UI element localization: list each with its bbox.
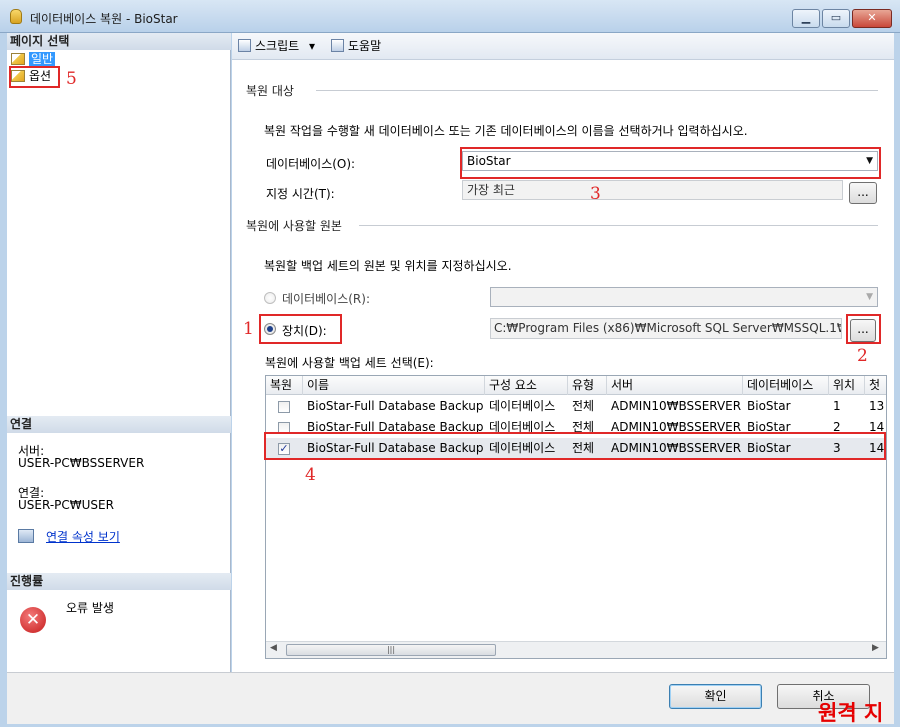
annotation-number-5: 5: [66, 69, 77, 89]
column-header-database[interactable]: 데이터베이스: [743, 376, 829, 395]
view-connection-properties-link[interactable]: 연결 속성 보기: [46, 528, 120, 545]
column-header-first[interactable]: 첫: [865, 376, 886, 395]
close-button[interactable]: ✕: [852, 9, 892, 28]
point-in-time-label: 지정 시간(T):: [266, 187, 335, 201]
backup-sets-label: 복원에 사용할 백업 세트 선택(E):: [265, 356, 434, 370]
window-title: 데이터베이스 복원 - BioStar: [30, 12, 178, 26]
group-divider: [316, 90, 878, 91]
point-in-time-field: 가장 최근: [462, 180, 843, 200]
help-button[interactable]: 도움말: [331, 38, 381, 54]
scroll-right-icon[interactable]: ▶: [872, 643, 879, 653]
chevron-down-icon: ▼: [866, 292, 873, 302]
database-label: 데이터베이스(O):: [266, 157, 356, 171]
column-header-type[interactable]: 유형: [568, 376, 607, 395]
server-value: USER-PC₩BSSERVER: [18, 456, 145, 470]
connection-header: 연결: [7, 416, 231, 433]
group-divider: [359, 225, 878, 226]
connection-properties-icon: [18, 529, 34, 543]
annotation-box-database: [460, 147, 881, 179]
minimize-button[interactable]: ▁: [792, 9, 820, 28]
from-database-radio[interactable]: [264, 292, 276, 304]
script-label: 스크립트: [255, 39, 300, 53]
script-button[interactable]: 스크립트 ▾: [238, 38, 315, 54]
select-page-header: 페이지 선택: [7, 33, 231, 50]
column-header-position[interactable]: 위치: [829, 376, 865, 395]
help-icon: [331, 39, 344, 52]
annotation-box-backup-row: [264, 432, 886, 460]
cell-first: 13: [869, 399, 885, 413]
title-bar: 데이터베이스 복원 - BioStar ▁ ▭ ✕: [0, 0, 900, 33]
column-header-name[interactable]: 이름: [303, 376, 485, 395]
cell-server: ADMIN10₩BSSERVER: [611, 399, 742, 413]
scrollbar-thumb[interactable]: |||: [286, 644, 496, 656]
annotation-box-browse: [846, 314, 881, 344]
progress-header: 진행률: [7, 573, 231, 590]
from-database-label: 데이터베이스(R):: [282, 292, 370, 306]
maximize-button[interactable]: ▭: [822, 9, 850, 28]
restore-checkbox[interactable]: [278, 401, 290, 413]
page-label: 일반: [29, 52, 56, 66]
scroll-left-icon[interactable]: ◀: [270, 643, 277, 653]
connection-value: USER-PC₩USER: [18, 498, 114, 512]
annotation-box-device: [259, 314, 342, 344]
grid-header: 복원 이름 구성 요소 유형 서버 데이터베이스 위치 첫: [266, 376, 886, 395]
page-icon: [11, 53, 25, 65]
script-dropdown-icon[interactable]: ▾: [309, 39, 315, 53]
restore-source-group-title: 복원에 사용할 원본: [246, 219, 342, 233]
horizontal-scrollbar[interactable]: ◀ ||| ▶: [266, 641, 886, 658]
annotation-box-options: [9, 66, 60, 88]
script-icon: [238, 39, 251, 52]
cell-type: 전체: [572, 399, 595, 413]
restore-target-description: 복원 작업을 수행할 새 데이터베이스 또는 기존 데이터베이스의 이름을 선택…: [264, 124, 748, 138]
annotation-number-3: 3: [590, 184, 601, 204]
toolbar: 스크립트 ▾ 도움말: [232, 33, 894, 60]
column-header-restore[interactable]: 복원: [266, 376, 303, 395]
device-path-field: C:₩Program Files (x86)₩Microsoft SQL Ser…: [490, 318, 842, 339]
cell-position: 1: [833, 399, 841, 413]
annotation-number-1: 1: [243, 319, 254, 339]
restore-source-description: 복원할 백업 세트의 원본 및 위치를 지정하십시오.: [264, 259, 512, 273]
cell-component: 데이터베이스: [489, 399, 556, 413]
cell-database: BioStar: [747, 399, 791, 413]
right-panel: 스크립트 ▾ 도움말 복원 대상 복원 작업을 수행할 새 데이터베이스 또는 …: [232, 33, 894, 672]
backup-sets-grid[interactable]: 복원 이름 구성 요소 유형 서버 데이터베이스 위치 첫 BioStar-Fu…: [265, 375, 887, 659]
cell-name: BioStar-Full Database Backup: [307, 399, 484, 413]
annotation-number-2: 2: [857, 346, 868, 366]
dialog-button-bar: 확인 취소: [7, 672, 894, 724]
source-database-dropdown[interactable]: ▼: [490, 287, 878, 307]
progress-status: 오류 발생: [66, 601, 114, 615]
error-icon: ✕: [20, 607, 46, 633]
point-in-time-browse-button[interactable]: ...: [849, 182, 877, 204]
ok-button[interactable]: 확인: [669, 684, 762, 709]
column-header-component[interactable]: 구성 요소: [485, 376, 568, 395]
annotation-number-4: 4: [305, 465, 316, 485]
watermark-text: 원격 지: [818, 701, 884, 725]
restore-target-group-title: 복원 대상: [246, 84, 294, 98]
column-header-server[interactable]: 서버: [607, 376, 743, 395]
database-icon: [10, 9, 22, 24]
left-panel: 페이지 선택 일반 옵션 연결 서버: USER-PC₩BSSERVER 연결:…: [7, 33, 231, 672]
table-row[interactable]: BioStar-Full Database Backup 데이터베이스 전체 A…: [266, 396, 886, 417]
help-label: 도움말: [348, 39, 382, 53]
